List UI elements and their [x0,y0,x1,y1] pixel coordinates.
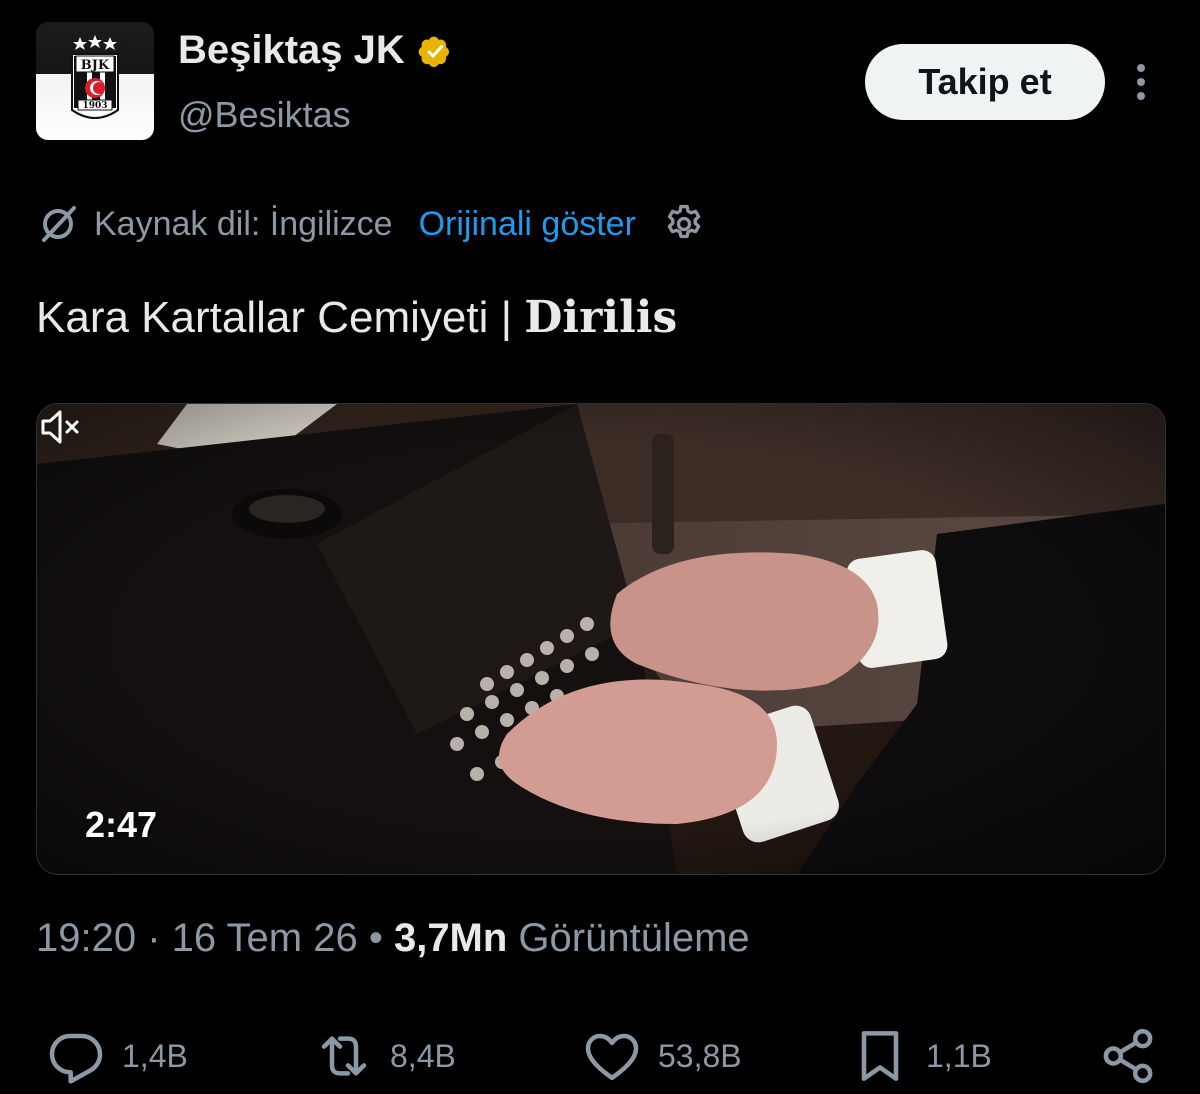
meta-separator: • [357,916,394,960]
like-button[interactable]: 53,8B [580,1024,742,1088]
repost-button[interactable]: 8,4B [312,1024,456,1088]
repost-count: 8,4B [390,1037,456,1074]
reply-count: 1,4B [122,1037,188,1074]
reply-icon [49,1033,103,1084]
bookmark-icon [861,1031,899,1081]
views-label: Görüntüleme [507,916,750,960]
meta-separator: · [136,916,172,960]
reply-button[interactable]: 1,4B [44,1024,188,1088]
video-duration: 2:47 [85,804,158,845]
mute-icon[interactable] [37,404,83,450]
source-language-label: Kaynak dil: İngilizce [94,204,393,243]
video-thumbnail [37,404,1165,874]
like-count: 53,8B [658,1037,742,1074]
bookmark-count: 1,1B [926,1037,992,1074]
follow-button[interactable]: Takip et [865,44,1105,120]
tweet-time[interactable]: 19:20 [36,916,136,960]
more-options-icon[interactable] [1124,58,1158,106]
stars-icon [73,35,117,50]
display-name[interactable]: Beşiktaş JK [178,28,405,73]
svg-text:1903: 1903 [82,101,107,111]
tweet-text: Kara Kartallar Cemiyeti | Dirilis [36,292,677,343]
gear-icon[interactable] [662,202,706,246]
tweet-text-emphasis: Dirilis [524,292,678,343]
verified-badge-icon [418,36,449,67]
share-icon [1103,1028,1153,1084]
heart-icon [585,1033,639,1081]
translate-slash-icon [42,206,76,242]
tweet-date[interactable]: 16 Tem 26 [172,916,358,960]
tweet-meta: 19:20 · 16 Tem 26 • 3,7Mn Görüntüleme [36,916,750,961]
svg-text:BJK: BJK [81,58,110,73]
video-player[interactable]: 2:47 [36,403,1166,875]
translation-row: Kaynak dil: İngilizce Orijinali göster [36,198,706,250]
share-button[interactable] [1096,1024,1174,1088]
views-count[interactable]: 3,7Mn [394,916,507,960]
bjk-logo: BJK 1903 [71,35,119,119]
user-handle[interactable]: @Besiktas [178,94,351,136]
avatar[interactable]: BJK 1903 [36,22,154,140]
bookmark-button[interactable]: 1,1B [848,1024,992,1088]
show-original-link[interactable]: Orijinali göster [419,205,636,244]
display-name-row[interactable]: Beşiktaş JK [178,28,455,73]
repost-icon [321,1036,367,1076]
tweet-text-main: Kara Kartallar Cemiyeti | [36,293,525,342]
